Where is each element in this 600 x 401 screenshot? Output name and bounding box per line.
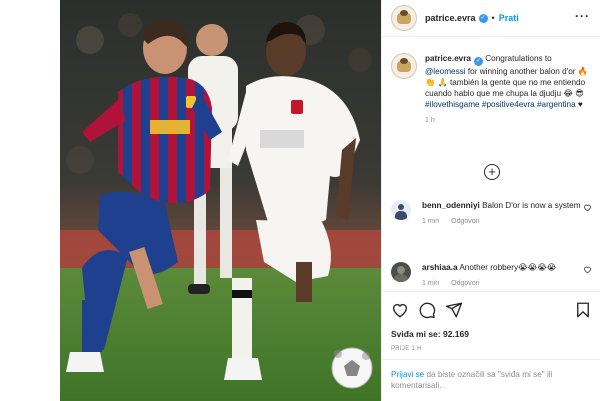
caption-text-after: también la gente que no me entiendo cuan… (425, 78, 586, 98)
load-more-comments-button[interactable]: + (484, 164, 500, 180)
separator-dot: • (491, 13, 495, 23)
post-modal: patrice.evra ✓ • Prati ··· patrice.evra ✓… (60, 0, 600, 401)
comment-meta: 1 min Odgovori (422, 216, 592, 227)
caption-author[interactable]: patrice.evra (425, 54, 471, 63)
comment-time: 1 min (422, 218, 440, 225)
author-username[interactable]: patrice.evra (425, 13, 476, 23)
login-prompt: Prijavi se da biste označili sa "sviđa m… (382, 359, 600, 401)
follow-button[interactable]: Prati (499, 13, 519, 23)
more-horizontal-icon[interactable]: ··· (575, 10, 590, 22)
login-link[interactable]: Prijavi se (391, 370, 424, 379)
commenter-avatar[interactable] (391, 200, 411, 220)
comment-text: Balon D'or is now a system (482, 201, 581, 210)
caption-mention-link[interactable]: @leomessi (425, 67, 466, 76)
heart-icon[interactable] (391, 301, 409, 319)
caption-hashtags-link[interactable]: #ilovethisgame #positive4evra #argentina (425, 100, 576, 109)
caption-text-start: Congratulations to (482, 54, 552, 63)
caption-text-mid: for winning another balon d'or (465, 67, 578, 76)
verified-badge-icon: ✓ (478, 13, 488, 23)
share-icon[interactable] (445, 301, 463, 319)
caption-heart: ♥ (575, 100, 583, 109)
comment-body: arshiaa.a Another robbery😭😭😭😭 1 min Odgo… (422, 262, 592, 289)
comment-emoji: 😭😭😭😭 (518, 263, 557, 272)
author-avatar[interactable] (391, 5, 417, 31)
comment-body: benn_odenniyi Balon D'or is now a system… (422, 200, 592, 227)
action-bar (382, 291, 600, 321)
caption-timestamp: 1 h (425, 117, 435, 124)
comment-icon[interactable] (418, 301, 436, 319)
comment-like-heart-icon[interactable] (583, 265, 592, 274)
reply-button[interactable]: Odgovori (451, 278, 479, 289)
comment-item: arshiaa.a Another robbery😭😭😭😭 1 min Odgo… (391, 262, 596, 289)
comment-time: 1 min (422, 280, 440, 287)
bookmark-icon[interactable] (574, 301, 592, 319)
commenter-username[interactable]: arshiaa.a (422, 263, 458, 272)
reply-button[interactable]: Odgovori (451, 216, 479, 227)
post-caption: patrice.evra ✓ Congratulations to @leomes… (391, 53, 591, 126)
post-timestamp: PRIJE 1 H (391, 346, 422, 352)
post-photo[interactable] (60, 0, 381, 401)
caption-body: patrice.evra ✓ Congratulations to @leomes… (425, 53, 590, 126)
caption-emoji-2: 😂 😎 (563, 89, 584, 98)
caption-author-avatar[interactable] (391, 53, 417, 79)
comment-like-heart-icon[interactable] (583, 203, 592, 212)
commenter-avatar[interactable] (391, 262, 411, 282)
post-header: patrice.evra ✓ • Prati ··· (382, 0, 600, 37)
comment-meta: 1 min Odgovori (422, 278, 592, 289)
likes-count[interactable]: Sviđa mi se: 92.169 (391, 329, 469, 339)
commenter-username[interactable]: benn_odenniyi (422, 201, 480, 210)
comments-section: patrice.evra ✓ Congratulations to @leomes… (382, 38, 600, 290)
caption-verified-badge-icon: ✓ (473, 57, 483, 66)
post-sidebar: patrice.evra ✓ • Prati ··· patrice.evra ✓… (381, 0, 600, 401)
football-match-image (60, 0, 381, 401)
comment-item: benn_odenniyi Balon D'or is now a system… (391, 200, 596, 227)
comment-text: Another robbery (459, 263, 519, 272)
